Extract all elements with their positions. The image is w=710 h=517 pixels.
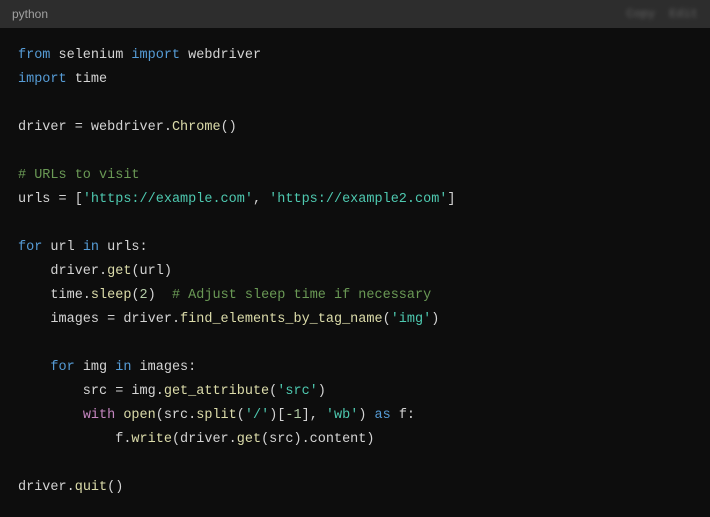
code-block: from selenium import webdriver import ti… [0, 28, 710, 516]
code-line: time.sleep(2) # Adjust sleep time if nec… [18, 288, 431, 303]
code-line: driver = webdriver.Chrome() [18, 120, 237, 135]
code-line: src = img.get_attribute('src') [18, 384, 326, 399]
language-label: python [12, 7, 48, 21]
code-line: # URLs to visit [18, 168, 140, 183]
edit-button[interactable]: Edit [669, 7, 698, 21]
code-line: urls = ['https://example.com', 'https://… [18, 192, 456, 207]
code-line: with open(src.split('/')[-1], 'wb') as f… [18, 408, 415, 423]
code-line: images = driver.find_elements_by_tag_nam… [18, 312, 439, 327]
code-line: driver.get(url) [18, 264, 172, 279]
header-actions: Copy Edit [626, 7, 698, 21]
code-line: import time [18, 72, 107, 87]
code-line: for img in images: [18, 360, 196, 375]
code-line: for url in urls: [18, 240, 148, 255]
code-line: from selenium import webdriver [18, 48, 261, 63]
code-header: python Copy Edit [0, 0, 710, 28]
code-line: driver.quit() [18, 480, 123, 495]
code-line: f.write(driver.get(src).content) [18, 432, 374, 447]
copy-button[interactable]: Copy [626, 7, 655, 21]
